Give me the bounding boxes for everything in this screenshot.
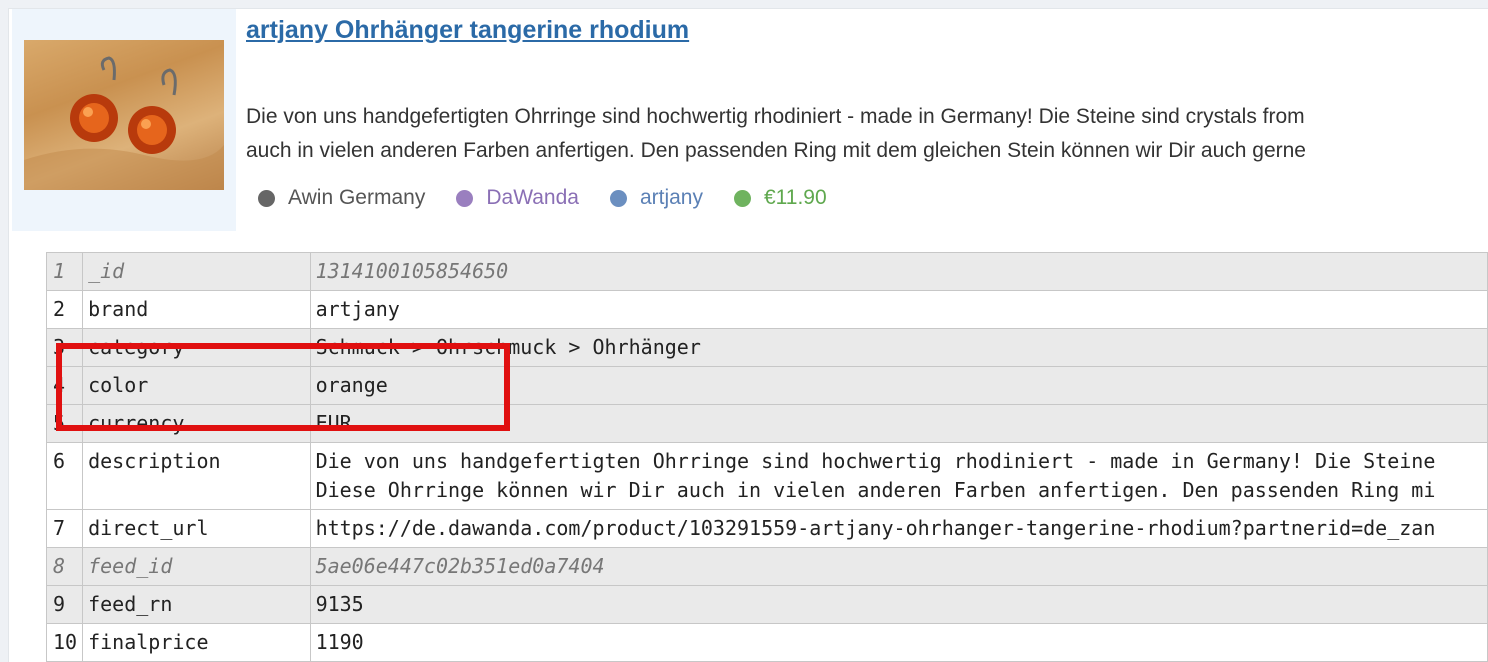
field-key: feed_rn xyxy=(82,585,311,624)
price-dot-icon xyxy=(733,189,751,207)
field-value: 1190 xyxy=(309,623,1488,662)
meta-brand[interactable]: artjany xyxy=(609,186,703,210)
field-value: 9135 xyxy=(309,585,1488,624)
row-number: 7 xyxy=(45,509,84,548)
product-meta: Awin Germany DaWanda artjany €11.90 xyxy=(258,186,858,210)
row-number: 1 xyxy=(45,252,84,291)
top-border xyxy=(0,0,1488,9)
description-line-1: Die von uns handgefertigten Ohrringe sin… xyxy=(246,105,1305,128)
field-key: finalprice xyxy=(82,623,311,662)
left-border xyxy=(0,8,9,662)
table-row: 1 _id 1314100105854650 xyxy=(45,252,1488,291)
field-key: _id xyxy=(82,252,311,291)
table-row: 6 description Die von uns handgefertigte… xyxy=(45,442,1488,510)
row-number: 10 xyxy=(45,623,84,662)
row-number: 8 xyxy=(45,547,84,586)
table-row: 8 feed_id 5ae06e447c02b351ed0a7404 xyxy=(45,547,1488,586)
product-image[interactable] xyxy=(24,40,224,190)
table-row: 9 feed_rn 9135 xyxy=(45,585,1488,624)
table-row: 7 direct_url https://de.dawanda.com/prod… xyxy=(45,509,1488,548)
field-value: artjany xyxy=(309,290,1488,329)
network-dot-icon xyxy=(258,189,275,207)
field-value: 1314100105854650 xyxy=(309,252,1488,291)
field-key: feed_id xyxy=(82,547,311,586)
field-value: 5ae06e447c02b351ed0a7404 xyxy=(309,547,1488,586)
meta-network-label: Awin Germany xyxy=(288,186,426,209)
field-value-line-1: Die von uns handgefertigten Ohrringe sin… xyxy=(315,449,1436,473)
field-value: https://de.dawanda.com/product/103291559… xyxy=(309,509,1488,548)
shop-dot-icon xyxy=(456,189,474,207)
description-line-2: auch in vielen anderen Farben anfertigen… xyxy=(246,139,1306,162)
meta-shop-label: DaWanda xyxy=(486,186,579,209)
field-key: description xyxy=(82,442,311,510)
meta-price-label: €11.90 xyxy=(763,186,827,209)
product-description: Die von uns handgefertigten Ohrringe sin… xyxy=(246,100,1488,170)
row-number: 9 xyxy=(45,585,84,624)
field-value-line-2: Diese Ohrringe können wir Dir auch in vi… xyxy=(315,478,1436,502)
meta-shop[interactable]: DaWanda xyxy=(456,186,579,210)
field-key: brand xyxy=(82,290,311,329)
field-key: direct_url xyxy=(82,509,311,548)
field-value: Die von uns handgefertigten Ohrringe sin… xyxy=(309,442,1488,510)
meta-network[interactable]: Awin Germany xyxy=(258,186,425,210)
table-row: 10 finalprice 1190 xyxy=(45,623,1488,662)
meta-price: €11.90 xyxy=(733,186,827,210)
highlight-annotation-box xyxy=(56,343,510,431)
brand-dot-icon xyxy=(609,189,627,207)
product-fields-table: 1 _id 1314100105854650 2 brand artjany 3… xyxy=(45,252,1488,662)
table-row: 2 brand artjany xyxy=(45,290,1488,329)
row-number: 2 xyxy=(45,290,84,329)
product-title-link[interactable]: artjany Ohrhänger tangerine rhodium xyxy=(246,16,689,45)
row-number: 6 xyxy=(45,442,84,510)
meta-brand-label: artjany xyxy=(639,186,703,209)
